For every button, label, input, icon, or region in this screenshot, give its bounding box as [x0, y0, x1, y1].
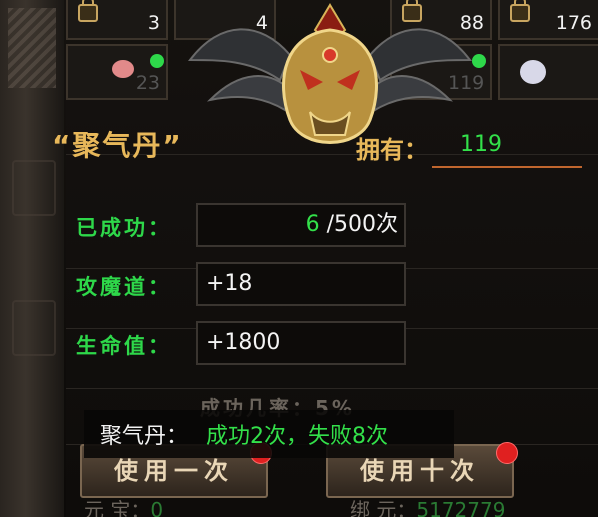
bound-label: 绑 元：: [350, 498, 417, 517]
success-progress-box: 6 /500次: [196, 203, 406, 247]
hp-value: +1800: [196, 321, 406, 365]
frame-decoration: [8, 8, 56, 88]
orb-icon: [520, 60, 546, 84]
yuanbao-value: 0: [150, 498, 164, 517]
attack-label: 攻魔道：: [76, 275, 172, 299]
use-ten-label: 使用十次: [360, 457, 480, 485]
yuanbao-balance: 元 宝：0: [84, 494, 163, 517]
item-title: “聚气丹”: [52, 129, 183, 162]
slot-count: 23: [135, 72, 160, 94]
refine-window: 3 4 88 176 23 119 “聚气丹” 拥有： 119 已成功： 6 /…: [0, 0, 598, 517]
owned-underline: [432, 166, 582, 168]
success-count: 6: [305, 212, 320, 237]
bound-value: 5172779: [416, 498, 506, 517]
demon-crest-icon: [187, 3, 473, 144]
owned-label: 拥有：: [356, 136, 428, 164]
success-label: 已成功：: [76, 216, 172, 240]
lock-icon: [78, 0, 98, 22]
inventory-slot[interactable]: 176: [498, 0, 598, 40]
owned-count: 119: [460, 132, 502, 157]
left-frame: [0, 0, 64, 517]
use-once-label: 使用一次: [114, 457, 234, 485]
notification-badge-icon: [496, 442, 518, 464]
peach-icon: [112, 60, 134, 78]
frame-notch: [12, 160, 56, 216]
slot-count: 3: [147, 12, 160, 34]
quality-dot-icon: [150, 54, 164, 68]
tooltip-item-name: 聚气丹：: [100, 424, 189, 449]
attack-value: +18: [196, 262, 406, 306]
success-total: /500次: [326, 212, 398, 237]
slot-count: 176: [555, 12, 592, 34]
result-tooltip: 聚气丹： 成功2次，失败8次: [84, 410, 454, 458]
inventory-slot[interactable]: 23: [66, 44, 168, 100]
frame-notch: [12, 300, 56, 356]
bound-yuanbao-balance: 绑 元：5172779: [350, 494, 505, 517]
tooltip-result: 成功2次，失败8次: [206, 424, 388, 449]
hp-label: 生命值：: [76, 334, 172, 358]
yuanbao-label: 元 宝：: [84, 498, 151, 517]
lock-icon: [510, 0, 530, 22]
inventory-slot[interactable]: 3: [66, 0, 168, 40]
inventory-slot[interactable]: [498, 44, 598, 100]
